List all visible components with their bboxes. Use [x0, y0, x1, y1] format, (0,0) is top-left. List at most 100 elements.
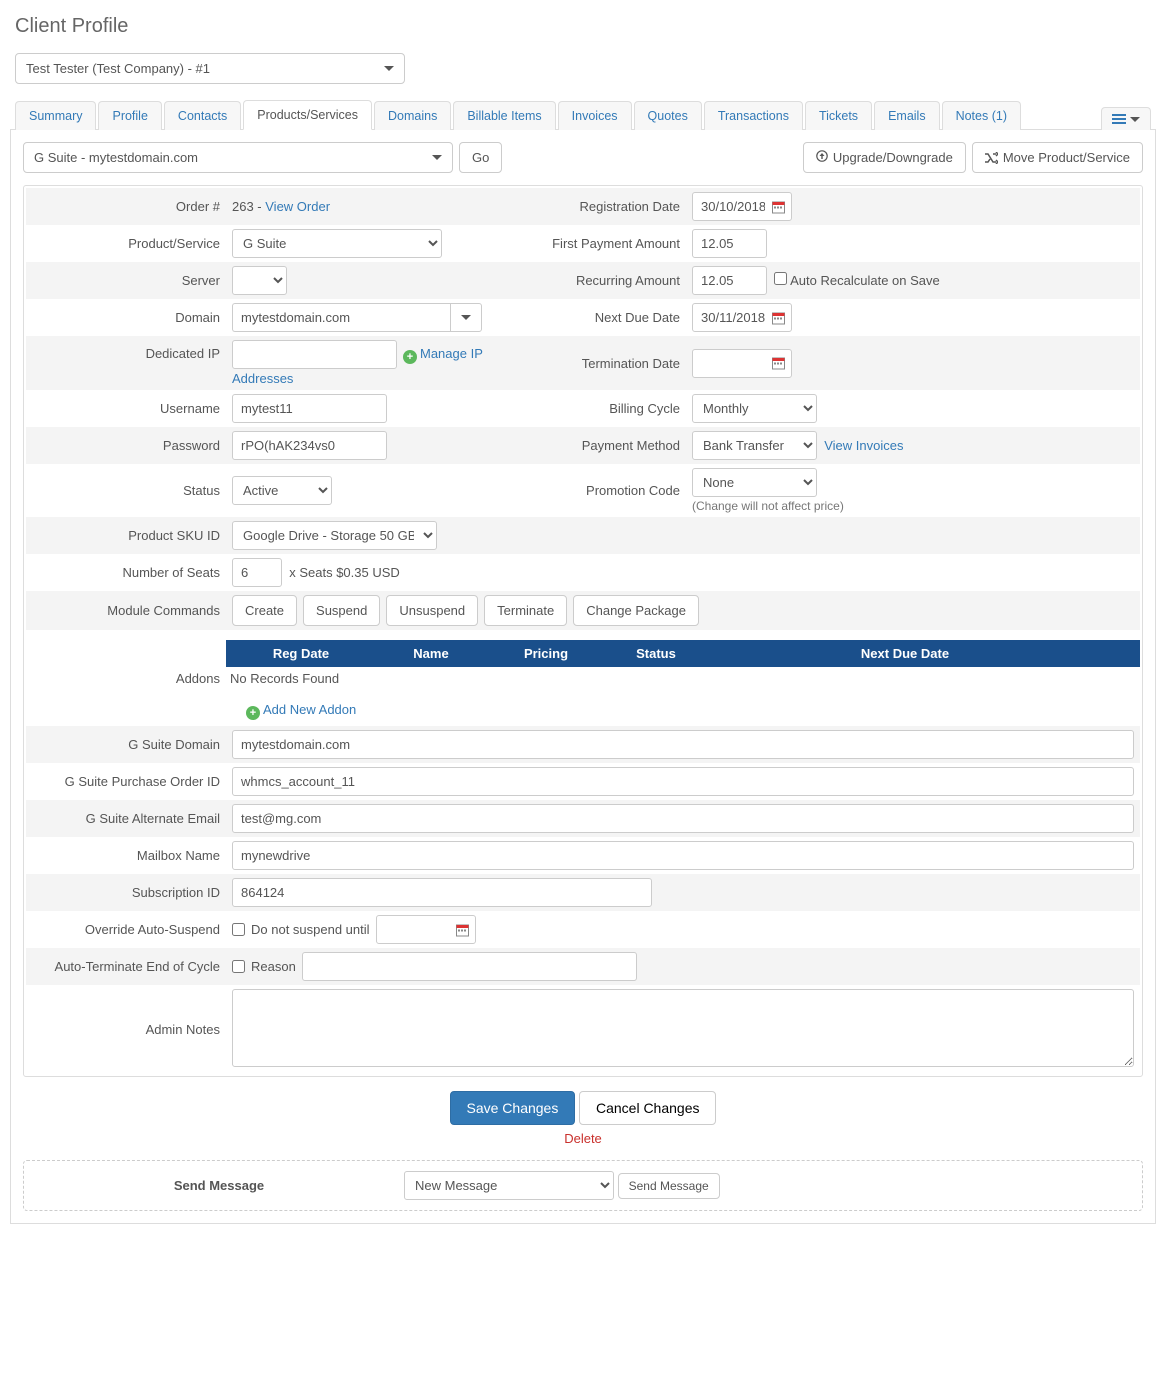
password-label: Password — [26, 427, 226, 464]
subscription-id-label: Subscription ID — [26, 874, 226, 911]
tabs: Summary Profile Contacts Products/Servic… — [10, 99, 1156, 130]
seats-suffix: x Seats $0.35 USD — [289, 565, 400, 580]
module-commands-label: Module Commands — [26, 591, 226, 630]
change-package-button[interactable]: Change Package — [573, 595, 699, 626]
recurring-amount-label: Recurring Amount — [511, 262, 686, 299]
go-button[interactable]: Go — [459, 142, 502, 173]
addons-table: Reg Date Name Pricing Status Next Due Da… — [226, 640, 1140, 667]
page-title: Client Profile — [15, 15, 1156, 38]
manage-ip-link[interactable]: +Manage IP — [403, 346, 483, 364]
subscription-id-input[interactable] — [232, 878, 652, 907]
server-label: Server — [26, 262, 226, 299]
terminate-button[interactable]: Terminate — [484, 595, 567, 626]
username-input[interactable] — [232, 394, 387, 423]
tab-billable-items[interactable]: Billable Items — [453, 101, 555, 130]
client-selector-label: Test Tester (Test Company) - #1 — [26, 61, 210, 76]
unsuspend-button[interactable]: Unsuspend — [386, 595, 478, 626]
tab-actions-menu[interactable] — [1101, 107, 1151, 130]
product-sku-select[interactable]: Google Drive - Storage 50 GB — [232, 521, 437, 550]
domain-dropdown-button[interactable] — [450, 303, 482, 332]
password-input[interactable] — [232, 431, 387, 460]
addons-header-nextdue: Next Due Date — [706, 640, 1104, 667]
promotion-code-select[interactable]: None — [692, 468, 817, 497]
dedicated-ip-input[interactable] — [232, 340, 397, 369]
username-label: Username — [26, 390, 226, 427]
cancel-changes-button[interactable]: Cancel Changes — [579, 1091, 717, 1125]
autoterminate-checkbox[interactable] — [232, 960, 245, 973]
auto-recalculate-checkbox[interactable] — [774, 272, 787, 285]
gsuite-altemail-input[interactable] — [232, 804, 1134, 833]
recurring-amount-input[interactable] — [692, 266, 767, 295]
tab-domains[interactable]: Domains — [374, 101, 451, 130]
gsuite-po-input[interactable] — [232, 767, 1134, 796]
suspend-button[interactable]: Suspend — [303, 595, 380, 626]
billing-cycle-select[interactable]: Monthly — [692, 394, 817, 423]
send-message-label: Send Message — [34, 1178, 404, 1193]
send-message-select[interactable]: New Message — [404, 1171, 614, 1200]
first-payment-input[interactable] — [692, 229, 767, 258]
first-payment-label: First Payment Amount — [511, 225, 686, 262]
product-dropdown-label: G Suite - mytestdomain.com — [34, 150, 198, 165]
product-service-select[interactable]: G Suite — [232, 229, 442, 258]
tab-quotes[interactable]: Quotes — [634, 101, 702, 130]
termination-date-label: Termination Date — [511, 336, 686, 390]
product-dropdown[interactable]: G Suite - mytestdomain.com — [23, 142, 453, 173]
promotion-code-label: Promotion Code — [511, 464, 686, 517]
product-sku-label: Product SKU ID — [26, 517, 226, 554]
status-label: Status — [26, 464, 226, 517]
gsuite-po-label: G Suite Purchase Order ID — [26, 763, 226, 800]
autoterminate-label: Auto-Terminate End of Cycle — [26, 948, 226, 985]
admin-notes-textarea[interactable] — [232, 989, 1134, 1067]
server-select[interactable] — [232, 266, 287, 295]
tab-notes[interactable]: Notes (1) — [942, 101, 1021, 130]
seats-label: Number of Seats — [26, 554, 226, 591]
gsuite-altemail-label: G Suite Alternate Email — [26, 800, 226, 837]
registration-date-label: Registration Date — [511, 188, 686, 225]
addons-header-status: Status — [606, 640, 706, 667]
upgrade-downgrade-button[interactable]: Upgrade/Downgrade — [803, 142, 966, 173]
tab-transactions[interactable]: Transactions — [704, 101, 803, 130]
payment-method-select[interactable]: Bank Transfer — [692, 431, 817, 460]
send-message-button[interactable]: Send Message — [618, 1173, 720, 1199]
tab-summary[interactable]: Summary — [15, 101, 96, 130]
tab-contacts[interactable]: Contacts — [164, 101, 241, 130]
shuffle-icon — [985, 152, 998, 164]
move-product-button[interactable]: Move Product/Service — [972, 142, 1143, 173]
registration-date-input[interactable] — [692, 192, 792, 221]
mailbox-name-label: Mailbox Name — [26, 837, 226, 874]
tab-profile[interactable]: Profile — [98, 101, 161, 130]
next-due-date-input[interactable] — [692, 303, 792, 332]
tab-invoices[interactable]: Invoices — [558, 101, 632, 130]
client-selector[interactable]: Test Tester (Test Company) - #1 — [15, 53, 405, 84]
view-invoices-link[interactable]: View Invoices — [824, 438, 903, 453]
billing-cycle-label: Billing Cycle — [511, 390, 686, 427]
order-value: 263 - View Order — [226, 188, 511, 225]
delete-link[interactable]: Delete — [23, 1131, 1143, 1146]
save-changes-button[interactable]: Save Changes — [450, 1091, 576, 1125]
manage-ip-addresses-text[interactable]: Addresses — [232, 371, 505, 386]
autoterminate-reason-input[interactable] — [302, 952, 637, 981]
gsuite-domain-input[interactable] — [232, 730, 1134, 759]
autoterminate-text: Reason — [251, 959, 296, 974]
add-new-addon-link[interactable]: +Add New Addon — [246, 702, 356, 717]
tab-emails[interactable]: Emails — [874, 101, 940, 130]
view-order-link[interactable]: View Order — [265, 199, 330, 214]
plus-icon: + — [403, 350, 417, 364]
tab-products-services[interactable]: Products/Services — [243, 100, 372, 130]
seats-input[interactable] — [232, 558, 282, 587]
chevron-down-icon — [1130, 117, 1140, 122]
override-autosuspend-checkbox[interactable] — [232, 923, 245, 936]
product-service-label: Product/Service — [26, 225, 226, 262]
admin-notes-label: Admin Notes — [26, 985, 226, 1074]
chevron-down-icon — [432, 155, 442, 160]
termination-date-input[interactable] — [692, 349, 792, 378]
gsuite-domain-label: G Suite Domain — [26, 726, 226, 763]
mailbox-name-input[interactable] — [232, 841, 1134, 870]
domain-input[interactable] — [232, 303, 450, 332]
dedicated-ip-label: Dedicated IP — [26, 336, 226, 390]
status-select[interactable]: Active — [232, 476, 332, 505]
tab-tickets[interactable]: Tickets — [805, 101, 872, 130]
auto-recalculate-label: Auto Recalculate on Save — [790, 273, 940, 288]
create-button[interactable]: Create — [232, 595, 297, 626]
override-autosuspend-date[interactable] — [376, 915, 476, 944]
